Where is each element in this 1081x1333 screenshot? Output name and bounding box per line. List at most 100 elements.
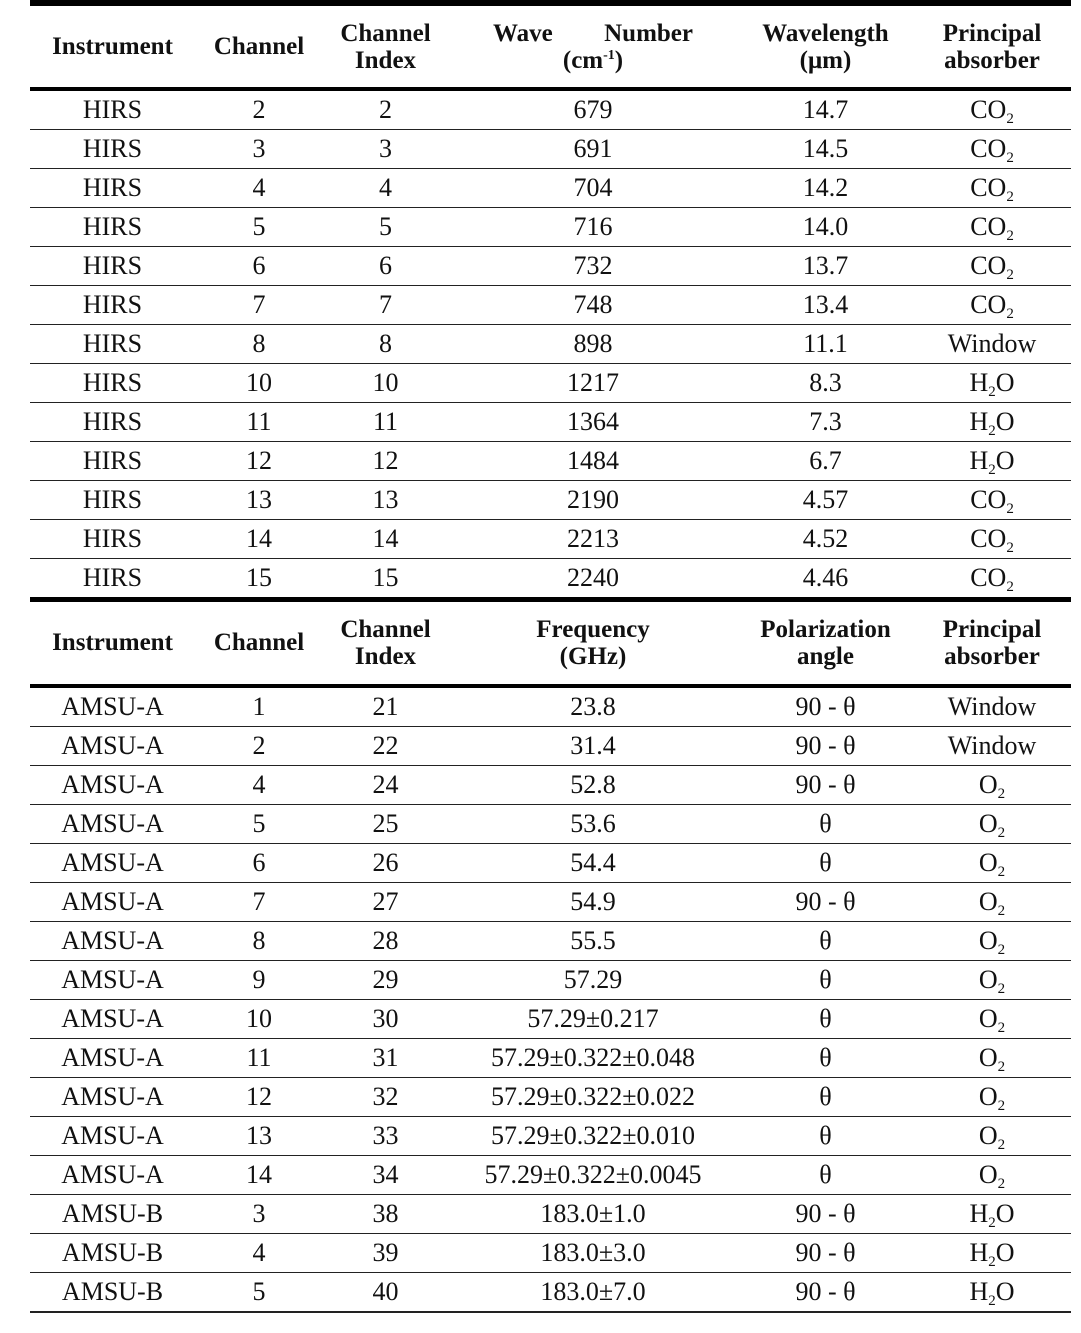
cell-wave-number: 2213 — [448, 519, 738, 559]
cell-wavelength: 6.7 — [738, 441, 913, 481]
cell-instrument: HIRS — [30, 480, 195, 520]
table-row: HIRS 10 10 1217 8.3 H2O — [30, 363, 1071, 403]
cell-instrument: HIRS — [30, 402, 195, 442]
absorber-text: H — [969, 407, 989, 436]
table-row: AMSU-A 10 30 57.29±0.217 θ O2 — [30, 999, 1071, 1039]
absorber-text: O — [978, 808, 998, 838]
cell-principal-absorber: CO2 — [913, 246, 1071, 286]
cell-channel-index: 25 — [323, 804, 448, 844]
absorber-subscript: 2 — [988, 384, 996, 400]
absorber-subscript: 2 — [1006, 150, 1014, 166]
cell-channel-index: 22 — [323, 726, 448, 766]
cell-wavelength: 4.46 — [802, 563, 849, 592]
header-text-line: Wave Number — [493, 20, 693, 47]
cell-instrument: AMSU-A — [30, 1155, 195, 1195]
cell-wave-number: 2240 — [567, 563, 619, 592]
cell-channel-index: 39 — [323, 1233, 448, 1273]
cell-frequency: 23.8 — [448, 685, 738, 727]
cell-channel: 5 — [195, 1272, 323, 1313]
header-text: absorber — [944, 46, 1040, 74]
cell-principal-absorber: O2 — [913, 1038, 1071, 1078]
cell-channel-index: 5 — [323, 207, 448, 247]
cell-wave-number: 1484 — [448, 441, 738, 481]
absorber-text: O — [978, 1159, 998, 1189]
cell-channel: 11 — [195, 402, 323, 442]
table-row: AMSU-A 9 29 57.29 θ O2 — [30, 960, 1071, 1000]
cell-channel-index: 29 — [323, 960, 448, 1000]
absorber-subscript: 2 — [997, 824, 1006, 841]
cell-instrument: AMSU-A — [30, 882, 195, 922]
absorber-text: CO — [970, 251, 1007, 280]
cell-principal-absorber: CO2 — [913, 480, 1071, 520]
absorber-text: H — [969, 368, 989, 397]
cell-instrument: AMSU-B — [30, 1233, 195, 1273]
table-row: HIRS 13 13 2190 4.57 CO2 — [30, 480, 1071, 520]
header-principal-absorber: Principal absorber — [913, 3, 1071, 91]
absorber-subscript: 2 — [997, 1136, 1006, 1153]
cell-channel-index: 15 — [372, 563, 399, 592]
cell-channel: 4 — [195, 168, 323, 208]
absorber-subscript: 2 — [988, 1214, 996, 1231]
cell-wavelength: 14.5 — [738, 129, 913, 169]
table-row: HIRS 11 11 1364 7.3 H2O — [30, 402, 1071, 442]
cell-channel-index: 33 — [323, 1116, 448, 1156]
cell-wavelength: 8.3 — [738, 363, 913, 403]
cell-polarization-angle: θ — [738, 921, 913, 961]
cell-instrument: HIRS — [82, 563, 143, 592]
cell-channel-index: 3 — [323, 129, 448, 169]
cell-principal-absorber: H2O — [913, 441, 1071, 481]
cell-channel-index: 8 — [323, 324, 448, 364]
absorber-subscript: 2 — [997, 902, 1006, 919]
cell-principal-absorber: CO2 — [913, 285, 1071, 325]
absorber-subscript: 2 — [1006, 189, 1014, 205]
cell-principal-absorber: H2O — [913, 1272, 1071, 1313]
cell-principal-absorber: Window — [913, 726, 1071, 766]
table-row: HIRS 12 12 1484 6.7 H2O — [30, 441, 1071, 481]
cell-channel: 6 — [195, 246, 323, 286]
cell-wave-number: 748 — [448, 285, 738, 325]
cell-channel-index: 12 — [323, 441, 448, 481]
cell-frequency: 183.0±3.0 — [448, 1233, 738, 1273]
header-channel-index: Channel Index — [323, 3, 448, 91]
absorber-text: Window — [947, 691, 1037, 721]
table-row: HIRS 8 8 898 11.1 Window — [30, 324, 1071, 364]
header-polarization-angle: Polarization angle — [738, 599, 913, 688]
absorber-text: O — [978, 769, 998, 799]
cell-channel-index: 13 — [323, 480, 448, 520]
cell-instrument: HIRS — [30, 441, 195, 481]
cell-polarization-angle: 90 - θ — [738, 882, 913, 922]
table-row: AMSU-B 3 38 183.0±1.0 90 - θ H2O — [30, 1194, 1071, 1234]
cell-frequency: 57.29±0.322±0.0045 — [448, 1155, 738, 1195]
cell-channel: 12 — [195, 441, 323, 481]
cell-principal-absorber: O2 — [913, 1155, 1071, 1195]
absorber-text-tail: O — [995, 1276, 1015, 1306]
cell-wave-number: 732 — [448, 246, 738, 286]
absorber-subscript: 2 — [988, 1253, 996, 1270]
table-row: AMSU-A 11 31 57.29±0.322±0.048 θ O2 — [30, 1038, 1071, 1078]
cell-instrument: HIRS — [30, 246, 195, 286]
cell-principal-absorber: H2O — [913, 363, 1071, 403]
absorber-subscript: 2 — [988, 462, 996, 478]
cell-channel: 14 — [195, 1155, 323, 1195]
absorber-text: CO — [970, 485, 1007, 514]
absorber-subscript: 2 — [997, 1019, 1006, 1036]
table-row: AMSU-A 8 28 55.5 θ O2 — [30, 921, 1071, 961]
cell-channel: 8 — [195, 921, 323, 961]
header-text: Wave — [493, 19, 553, 47]
cell-frequency: 57.29 — [448, 960, 738, 1000]
table-row: HIRS 3 3 691 14.5 CO2 — [30, 129, 1071, 169]
cell-instrument: HIRS — [30, 285, 195, 325]
cell-polarization-angle: 90 - θ — [738, 765, 913, 805]
header-text: Channel — [340, 615, 431, 643]
cell-channel-index: 26 — [323, 843, 448, 883]
cell-polarization-angle: 90 - θ — [738, 685, 913, 727]
cell-principal-absorber: Window — [913, 685, 1071, 727]
cell-principal-absorber: O2 — [913, 765, 1071, 805]
header-text: Polarization — [760, 615, 891, 643]
cell-polarization-angle: θ — [738, 843, 913, 883]
cell-principal-absorber: O2 — [913, 921, 1071, 961]
absorber-text: Window — [947, 730, 1037, 760]
header-text: absorber — [944, 642, 1040, 670]
cell-instrument: AMSU-A — [30, 960, 195, 1000]
cell-channel: 9 — [195, 960, 323, 1000]
